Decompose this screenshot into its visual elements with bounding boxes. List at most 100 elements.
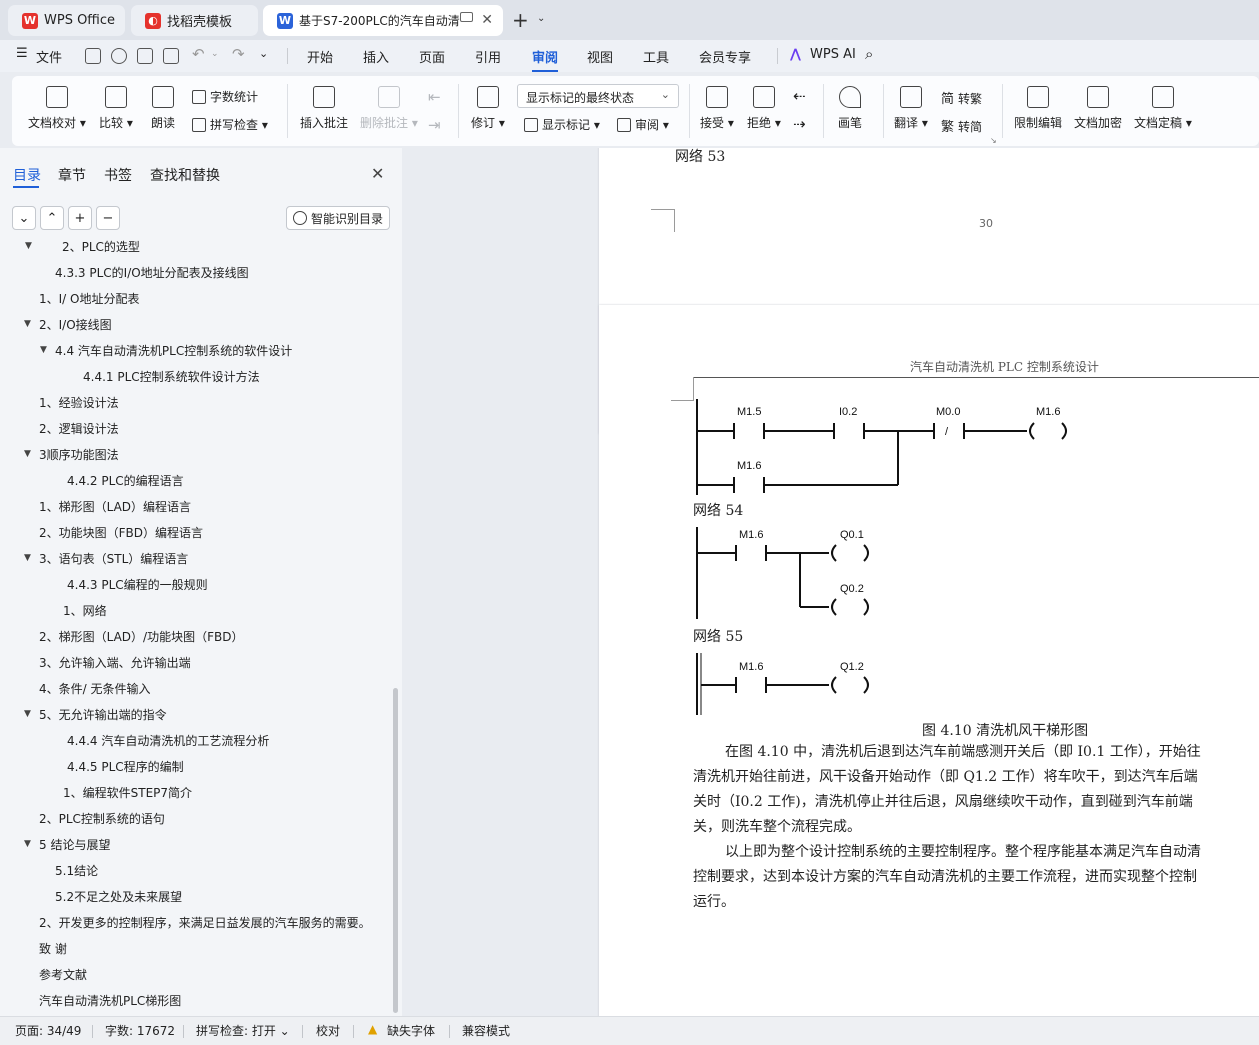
more-chevron-icon[interactable]: ⌄ [259, 47, 268, 60]
toc-item[interactable]: 4.4.3 PLC编程的一般规则 [67, 576, 208, 593]
toc-item[interactable]: 1、网络 [63, 602, 107, 619]
toc-item[interactable]: 3、语句表（STL）编程语言 [39, 550, 188, 567]
toc-item[interactable]: 参考文献 [39, 966, 87, 983]
close-icon[interactable]: ✕ [371, 164, 384, 183]
toc-item[interactable]: 2、PLC控制系统的语句 [39, 810, 165, 827]
close-icon[interactable]: ✕ [481, 12, 493, 28]
next-comment-icon[interactable]: ⇥ [428, 116, 441, 134]
to-simplified-button[interactable]: 繁转简 [941, 116, 982, 135]
menu-start[interactable]: 开始 [307, 47, 333, 66]
hamburger-icon[interactable]: ☰ [16, 46, 28, 61]
toc-item[interactable]: 4.3.3 PLC的I/O地址分配表及接线图 [55, 264, 249, 281]
redo-icon[interactable]: ↷ [232, 45, 245, 63]
prev-comment-icon[interactable]: ⇤ [428, 88, 441, 106]
toc-item[interactable]: 4、条件/ 无条件输入 [39, 680, 151, 697]
spell-check-status[interactable]: 拼写检查: 打开 ⌄ [196, 1022, 290, 1039]
translate-button[interactable]: 翻译 ▾ [894, 86, 928, 131]
toc-expand-caret-icon[interactable]: ▼ [24, 449, 31, 459]
word-count[interactable]: 字数: 17672 [105, 1022, 175, 1039]
toc-expand-caret-icon[interactable]: ▼ [24, 319, 31, 329]
toc-item[interactable]: 4.4.4 汽车自动清洗机的工艺流程分析 [67, 732, 269, 749]
spell-check-button[interactable]: 拼写检查 ▾ [192, 116, 268, 133]
toc-item[interactable]: 5.2不足之处及未来展望 [55, 888, 182, 905]
delete-comment-button[interactable]: 删除批注 ▾ [360, 86, 418, 131]
share-icon[interactable] [111, 48, 127, 64]
prev-change-icon[interactable]: ⇠ [793, 87, 806, 105]
tab-bookmarks[interactable]: 书签 [104, 165, 132, 185]
add-heading-button[interactable]: + [68, 206, 92, 230]
toc-expand-caret-icon[interactable]: ▼ [24, 839, 31, 849]
show-markup-button[interactable]: 显示标记 ▾ [524, 116, 600, 133]
proofread-status[interactable]: 校对 [316, 1022, 340, 1039]
toc-item[interactable]: 1、I/ O地址分配表 [39, 290, 139, 307]
doc-check-button[interactable]: 文档校对 ▾ [28, 86, 86, 131]
accept-button[interactable]: 接受 ▾ [700, 86, 734, 131]
menu-view[interactable]: 视图 [587, 47, 613, 66]
menu-page[interactable]: 页面 [419, 47, 445, 66]
collapse-up-button[interactable]: ⌃ [40, 206, 64, 230]
toc-item[interactable]: 汽车自动清洗机PLC梯形图 [39, 992, 181, 1009]
new-tab-icon[interactable]: + [512, 8, 529, 32]
toc-expand-caret-icon[interactable]: ▼ [25, 241, 32, 251]
to-traditional-button[interactable]: 简转繁 [941, 88, 982, 107]
review-pane-button[interactable]: 审阅 ▾ [617, 116, 669, 133]
toc-item[interactable]: 5、无允许输出端的指令 [39, 706, 167, 723]
dialog-launcher-icon[interactable]: ↘ [990, 136, 997, 145]
toc-item[interactable]: 1、梯形图（LAD）编程语言 [39, 498, 191, 515]
toc-item[interactable]: 2、梯形图（LAD）/功能块图（FBD） [39, 628, 243, 645]
toc-item[interactable]: 3、允许输入端、允许输出端 [39, 654, 191, 671]
page-indicator[interactable]: 页面: 34/49 [15, 1022, 81, 1039]
wps-ai-icon[interactable]: ⋀ [790, 47, 801, 62]
reject-button[interactable]: 拒绝 ▾ [747, 86, 781, 131]
toc-expand-caret-icon[interactable]: ▼ [24, 553, 31, 563]
print-preview-icon[interactable] [163, 48, 179, 64]
insert-comment-button[interactable]: 插入批注 [300, 86, 348, 131]
toc-item[interactable]: 1、经验设计法 [39, 394, 119, 411]
toc-item[interactable]: 2、逻辑设计法 [39, 420, 119, 437]
document-area[interactable]: 网络 53 30 汽车自动清洗机 PLC 控制系统设计 M1.5 I0.2 M0… [402, 148, 1259, 1016]
search-icon[interactable]: ⌕ [865, 45, 873, 63]
print-icon[interactable] [137, 48, 153, 64]
toc-expand-caret-icon[interactable]: ▼ [40, 345, 47, 355]
finalize-button[interactable]: 文档定稿 ▾ [1134, 86, 1192, 131]
toc-item[interactable]: 2、功能块图（FBD）编程语言 [39, 524, 203, 541]
tab-wps-office[interactable]: W WPS Office [8, 5, 125, 36]
menu-wps-ai[interactable]: WPS AI [810, 47, 856, 62]
sidebar-scrollbar[interactable] [393, 688, 398, 1013]
menu-tools[interactable]: 工具 [643, 47, 669, 66]
chevron-down-icon[interactable]: ⌄ [537, 13, 545, 24]
undo-icon[interactable]: ↶ [192, 45, 205, 63]
toc-item[interactable]: 5.1结论 [55, 862, 98, 879]
menu-file[interactable]: 文件 [36, 47, 62, 66]
tab-template[interactable]: ◐ 找稻壳模板 [131, 5, 258, 36]
revise-button[interactable]: 修订 ▾ [471, 86, 505, 131]
restrict-edit-button[interactable]: 限制编辑 [1014, 86, 1062, 131]
markup-state-select[interactable]: 显示标记的最终状态 ⌄ [517, 84, 679, 108]
tab-document[interactable]: W 基于S7-200PLC的汽车自动清 ✕ [263, 5, 503, 36]
toc-item[interactable]: 4.4.2 PLC的编程语言 [67, 472, 184, 489]
pen-button[interactable]: 画笔 [838, 86, 862, 131]
toc-expand-caret-icon[interactable]: ▼ [24, 709, 31, 719]
word-count-button[interactable]: 字数统计 [192, 88, 258, 105]
menu-insert[interactable]: 插入 [363, 47, 389, 66]
compat-mode-status[interactable]: 兼容模式 [462, 1022, 510, 1039]
toc-item[interactable]: 致 谢 [39, 940, 67, 957]
undo-dropdown-icon[interactable]: ⌄ [211, 49, 219, 59]
smart-toc-button[interactable]: 智能识别目录 [286, 206, 390, 230]
tab-find-replace[interactable]: 查找和替换 [150, 165, 220, 185]
toc-item[interactable]: 5 结论与展望 [39, 836, 110, 853]
toc-item[interactable]: 2、PLC的选型 [62, 240, 140, 255]
save-icon[interactable] [85, 48, 101, 64]
toc-item[interactable]: 4.4.1 PLC控制系统软件设计方法 [83, 368, 260, 385]
read-aloud-button[interactable]: 朗读 [151, 86, 175, 131]
remove-heading-button[interactable]: − [96, 206, 120, 230]
next-change-icon[interactable]: ⇢ [793, 115, 806, 133]
toc-item[interactable]: 1、编程软件STEP7简介 [63, 784, 192, 801]
toc-item[interactable]: 3顺序功能图法 [39, 446, 119, 463]
compare-button[interactable]: 比较 ▾ [99, 86, 133, 131]
menu-reference[interactable]: 引用 [475, 47, 501, 66]
toc-item[interactable]: 2、I/O接线图 [39, 316, 112, 333]
tab-sections[interactable]: 章节 [58, 165, 86, 185]
expand-down-button[interactable]: ⌄ [12, 206, 36, 230]
missing-font-status[interactable]: 缺失字体 [387, 1022, 435, 1039]
